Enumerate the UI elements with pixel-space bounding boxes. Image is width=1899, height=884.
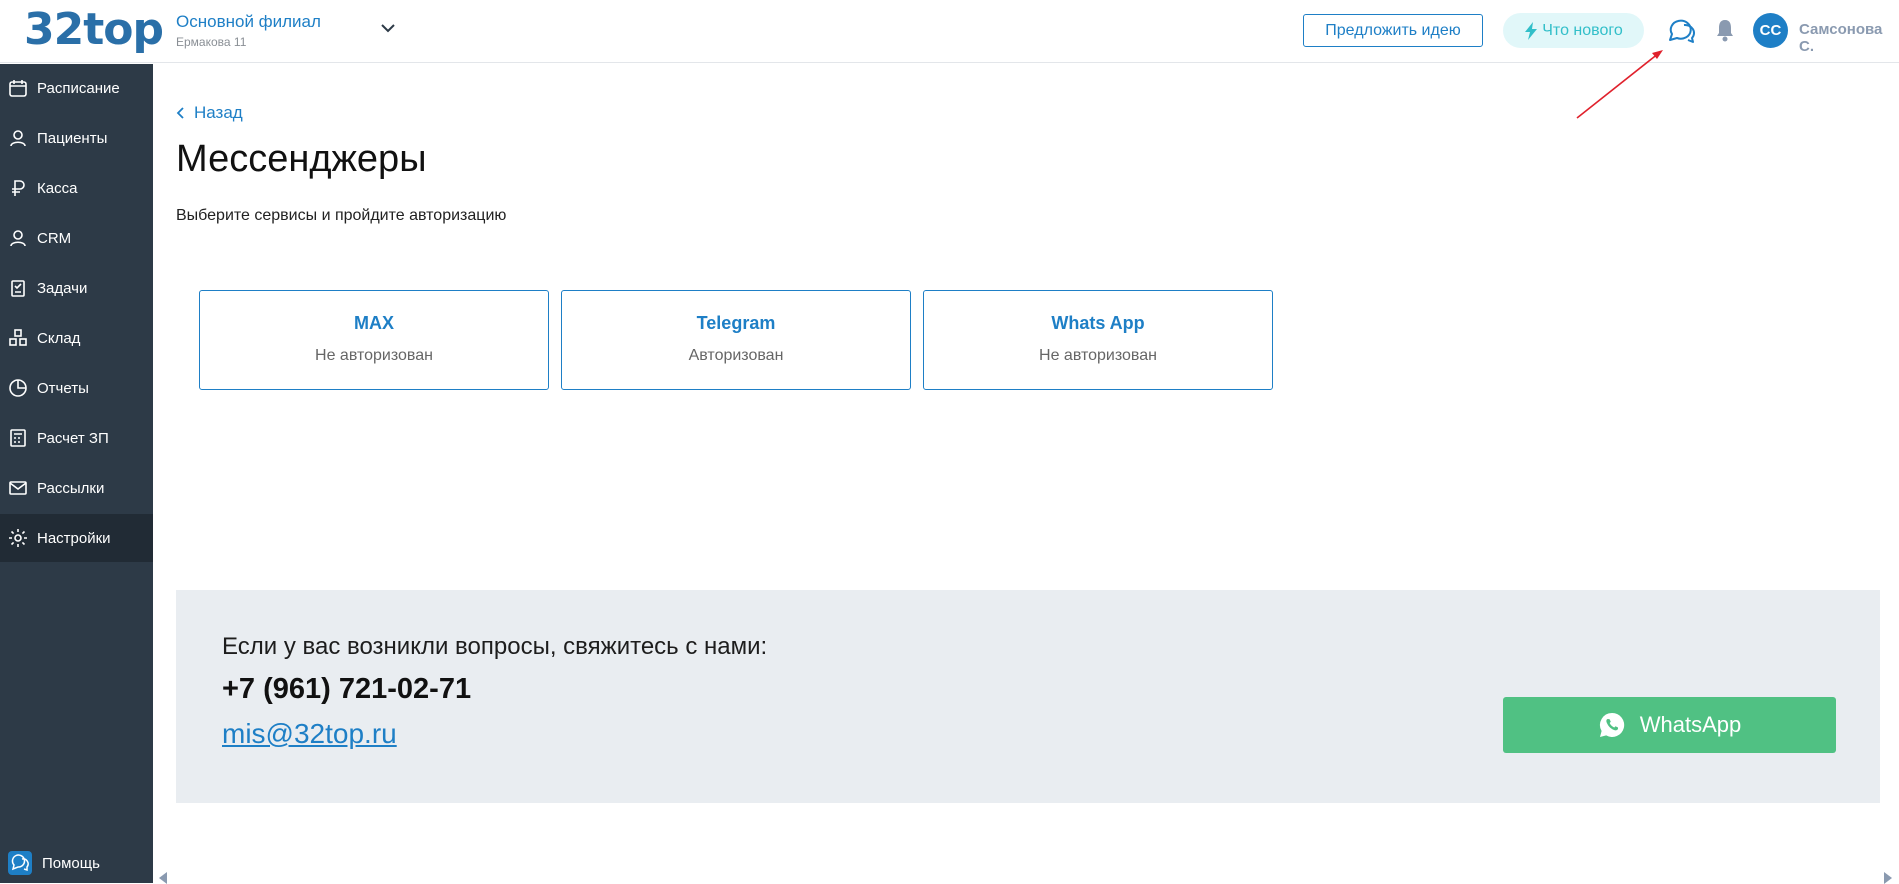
sidebar-item-tasks[interactable]: Задачи — [0, 264, 153, 312]
sidebar-item-label: Расчет ЗП — [37, 429, 109, 447]
card-status: Авторизован — [688, 347, 784, 364]
sidebar-item-schedule[interactable]: Расписание — [0, 64, 153, 112]
card-status: Не авторизован — [1039, 347, 1157, 364]
whats-new-button[interactable]: Что нового — [1503, 13, 1644, 48]
contact-email-link[interactable]: mis@32top.ru — [222, 718, 397, 750]
card-title: Telegram — [696, 313, 776, 333]
gear-icon — [9, 529, 27, 547]
logo[interactable]: 32top — [24, 4, 164, 55]
messenger-card-whatsapp[interactable]: Whats App Не авторизован — [923, 290, 1273, 390]
sidebar-item-label: Расписание — [37, 79, 120, 97]
messenger-card-telegram[interactable]: Telegram Авторизован — [561, 290, 911, 390]
boxes-icon — [9, 329, 27, 346]
scroll-right-arrow[interactable] — [1884, 872, 1892, 884]
page-title: Мессенджеры — [176, 138, 427, 180]
whatsapp-label: WhatsApp — [1639, 712, 1742, 737]
page-subtitle: Выберите сервисы и пройдите авторизацию — [176, 207, 507, 224]
sidebar-item-label: Пациенты — [37, 129, 108, 147]
sidebar-item-cashbox[interactable]: Касса — [0, 164, 153, 212]
back-label: Назад — [194, 103, 243, 122]
sidebar-item-payroll[interactable]: Расчет ЗП — [0, 414, 153, 462]
user-icon — [10, 230, 26, 247]
sidebar-item-label: Задачи — [37, 279, 88, 297]
chevron-down-icon[interactable] — [378, 18, 398, 38]
sidebar-item-patients[interactable]: Пациенты — [0, 114, 153, 162]
avatar[interactable]: СС — [1753, 13, 1788, 48]
ruble-icon — [12, 180, 25, 196]
mail-icon — [9, 481, 27, 495]
clipboard-icon — [11, 280, 25, 297]
suggest-idea-button[interactable]: Предложить идею — [1303, 14, 1483, 47]
user-name[interactable]: Самсонова С. — [1799, 21, 1899, 55]
sidebar-item-label: Склад — [37, 329, 81, 347]
whatsapp-icon — [1599, 712, 1624, 737]
contact-phone[interactable]: +7 (961) 721-02-71 — [222, 673, 471, 706]
sidebar-item-reports[interactable]: Отчеты — [0, 364, 153, 412]
chevron-left-icon — [176, 107, 184, 119]
user-icon — [10, 130, 26, 147]
sidebar-item-label: Отчеты — [37, 379, 89, 397]
sidebar-item-crm[interactable]: CRM — [0, 214, 153, 262]
chat-icon — [8, 851, 32, 875]
lightning-icon — [1525, 21, 1538, 40]
bell-icon[interactable] — [1714, 18, 1736, 42]
scroll-left-arrow[interactable] — [159, 872, 167, 884]
whats-new-label: Что нового — [1542, 21, 1623, 39]
help-label: Помощь — [42, 854, 100, 872]
branch-selector[interactable]: Основной филиал Ермакова 11 — [176, 12, 321, 49]
top-header: 32top Основной филиал Ермакова 11 Предло… — [0, 0, 1899, 63]
pie-chart-icon — [9, 379, 27, 397]
sidebar-item-settings[interactable]: Настройки — [0, 514, 153, 562]
card-status: Не авторизован — [315, 347, 433, 364]
whatsapp-button[interactable]: WhatsApp — [1503, 697, 1836, 753]
sidebar-item-label: Настройки — [37, 529, 111, 547]
messenger-card-max[interactable]: MAX Не авторизован — [199, 290, 549, 390]
calculator-icon — [10, 429, 26, 447]
card-title: MAX — [354, 313, 394, 333]
sidebar-item-label: Рассылки — [37, 479, 105, 497]
back-link[interactable]: Назад — [176, 103, 243, 123]
sidebar-item-label: Касса — [37, 179, 78, 197]
sidebar-item-warehouse[interactable]: Склад — [0, 314, 153, 362]
branch-address: Ермакова 11 — [176, 35, 247, 49]
help-button[interactable]: Помощь — [8, 851, 100, 875]
sidebar-item-mailings[interactable]: Рассылки — [0, 464, 153, 512]
sidebar-item-label: CRM — [37, 229, 72, 247]
branch-name[interactable]: Основной филиал — [176, 12, 321, 32]
chat-icon[interactable] — [1666, 16, 1696, 46]
calendar-icon — [9, 80, 27, 97]
contact-question: Если у вас возникли вопросы, свяжитесь с… — [222, 633, 768, 660]
card-title: Whats App — [1051, 313, 1145, 333]
sidebar: Расписание Пациенты Касса CRM Задачи Скл… — [0, 64, 153, 883]
contact-panel: Если у вас возникли вопросы, свяжитесь с… — [176, 590, 1880, 803]
